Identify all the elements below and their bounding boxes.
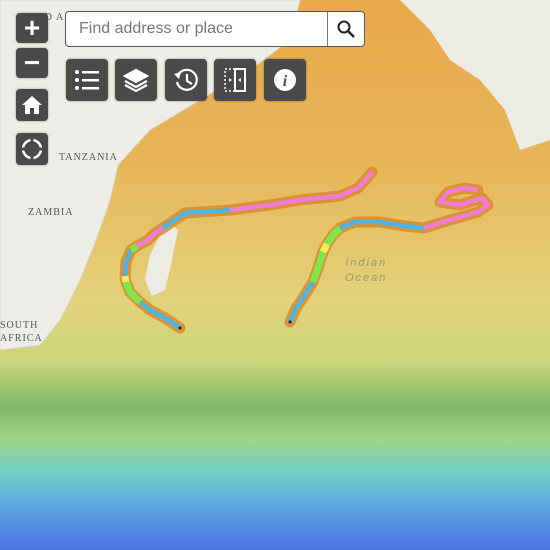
info-icon: i xyxy=(274,69,296,91)
zoom-in-button[interactable]: + xyxy=(16,13,48,43)
time-history-icon xyxy=(174,68,198,91)
search-icon xyxy=(337,20,355,38)
legend-button[interactable] xyxy=(66,59,108,101)
label-africa: AFRICA xyxy=(0,333,43,344)
track-east-start-point xyxy=(288,320,292,324)
label-south: SOUTH xyxy=(0,320,39,331)
locate-icon xyxy=(21,138,43,160)
legend-list-icon xyxy=(75,70,99,90)
layers-icon xyxy=(123,68,149,92)
swipe-button[interactable] xyxy=(214,59,256,101)
time-slider-button[interactable] xyxy=(165,59,207,101)
locate-button[interactable] xyxy=(16,133,48,165)
label-tanzania: TANZANIA xyxy=(59,152,118,163)
label-zambia: ZAMBIA xyxy=(28,207,74,218)
track-west-segment-yellow[interactable] xyxy=(121,275,130,283)
svg-text:i: i xyxy=(283,73,288,90)
track-east-segment-yellow[interactable] xyxy=(319,242,331,254)
track-west-segment-green[interactable] xyxy=(129,243,139,253)
home-button[interactable] xyxy=(16,89,48,121)
swipe-compare-icon xyxy=(224,68,246,92)
label-indian: Indian xyxy=(345,257,388,269)
track-west-start-point xyxy=(178,326,182,330)
home-icon xyxy=(22,96,42,114)
label-ocean: Ocean xyxy=(345,272,388,284)
search-button[interactable] xyxy=(327,12,364,46)
search-box xyxy=(65,11,365,47)
search-input[interactable] xyxy=(66,12,327,46)
layers-button[interactable] xyxy=(115,59,157,101)
label-indian-ocean: Indian Ocean xyxy=(345,256,387,286)
zoom-out-button[interactable]: − xyxy=(16,48,48,78)
info-button[interactable]: i xyxy=(264,59,306,101)
